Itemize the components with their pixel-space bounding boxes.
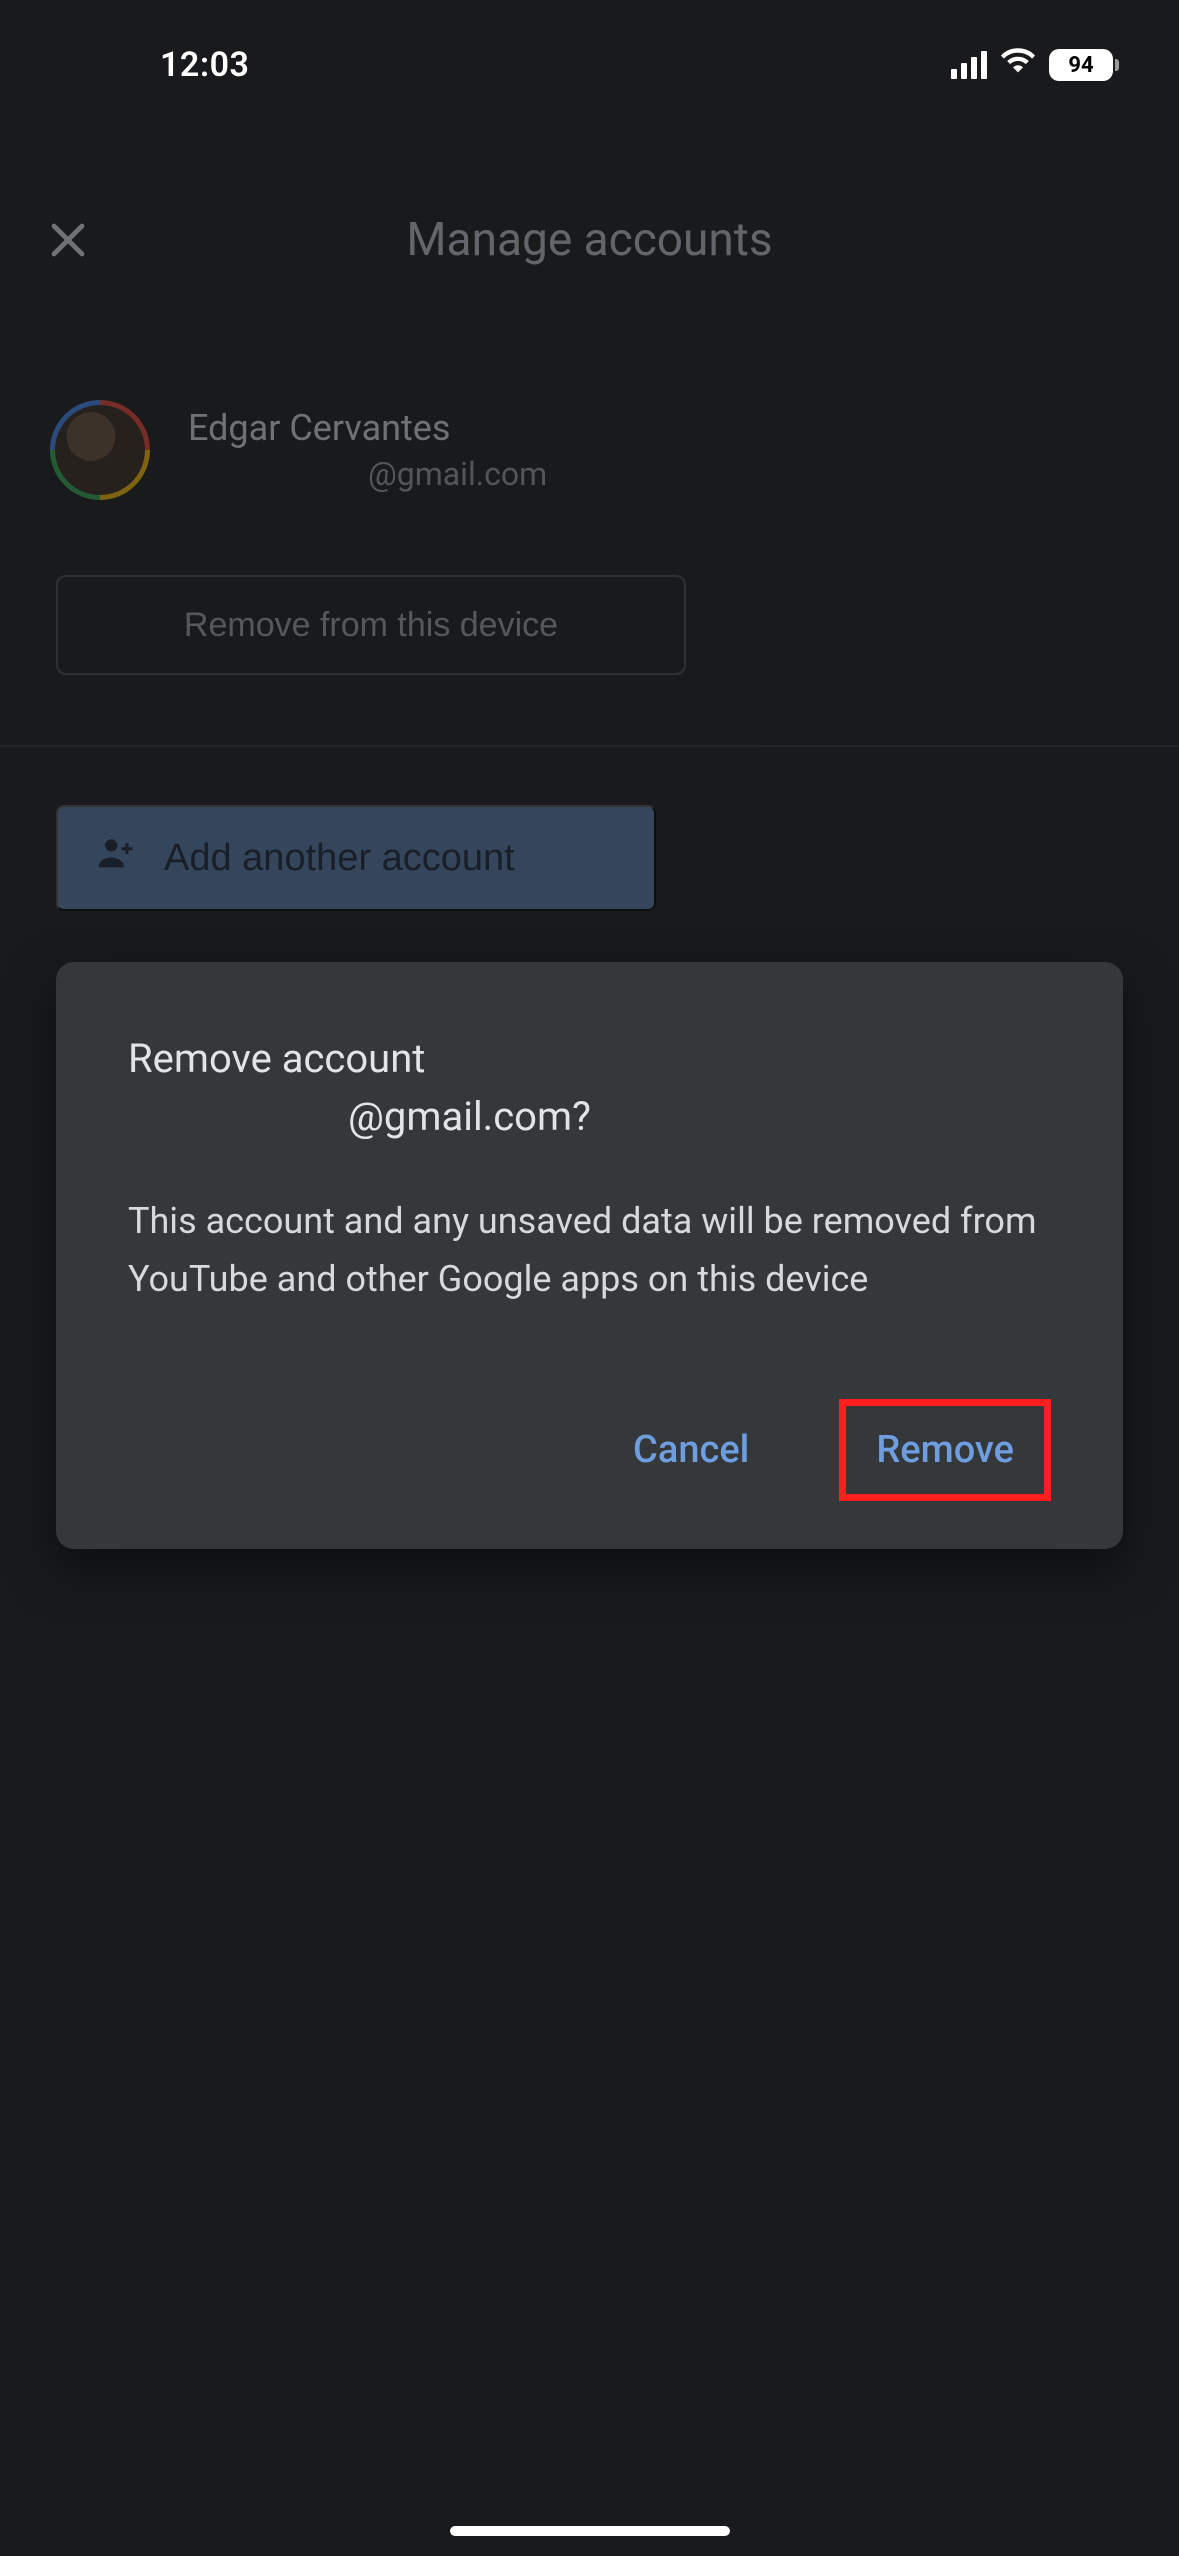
add-another-account-button[interactable]: Add another account (56, 805, 656, 911)
dialog-title-line2: @gmail.com? (128, 1088, 1051, 1146)
dialog-title: Remove account @gmail.com? (128, 1030, 1051, 1146)
account-row[interactable]: Edgar Cervantes @gmail.com (50, 400, 1129, 500)
cancel-button[interactable]: Cancel (623, 1399, 759, 1501)
account-email: @gmail.com (368, 455, 547, 493)
page-title: Manage accounts (406, 213, 772, 267)
remove-account-dialog: Remove account @gmail.com? This account … (56, 962, 1123, 1549)
dialog-title-line1: Remove account (128, 1035, 425, 1082)
add-person-icon (94, 830, 140, 886)
add-account-label: Add another account (164, 837, 515, 880)
account-name: Edgar Cervantes (188, 407, 547, 449)
dialog-body: This account and any unsaved data will b… (128, 1192, 1051, 1309)
header: Manage accounts (0, 180, 1179, 300)
divider (0, 745, 1179, 747)
close-icon[interactable] (40, 212, 96, 268)
dialog-actions: Cancel Remove (128, 1399, 1051, 1501)
remove-button[interactable]: Remove (839, 1399, 1051, 1501)
remove-from-device-button[interactable]: Remove from this device (56, 575, 686, 675)
avatar (50, 400, 150, 500)
home-indicator[interactable] (450, 2526, 730, 2536)
